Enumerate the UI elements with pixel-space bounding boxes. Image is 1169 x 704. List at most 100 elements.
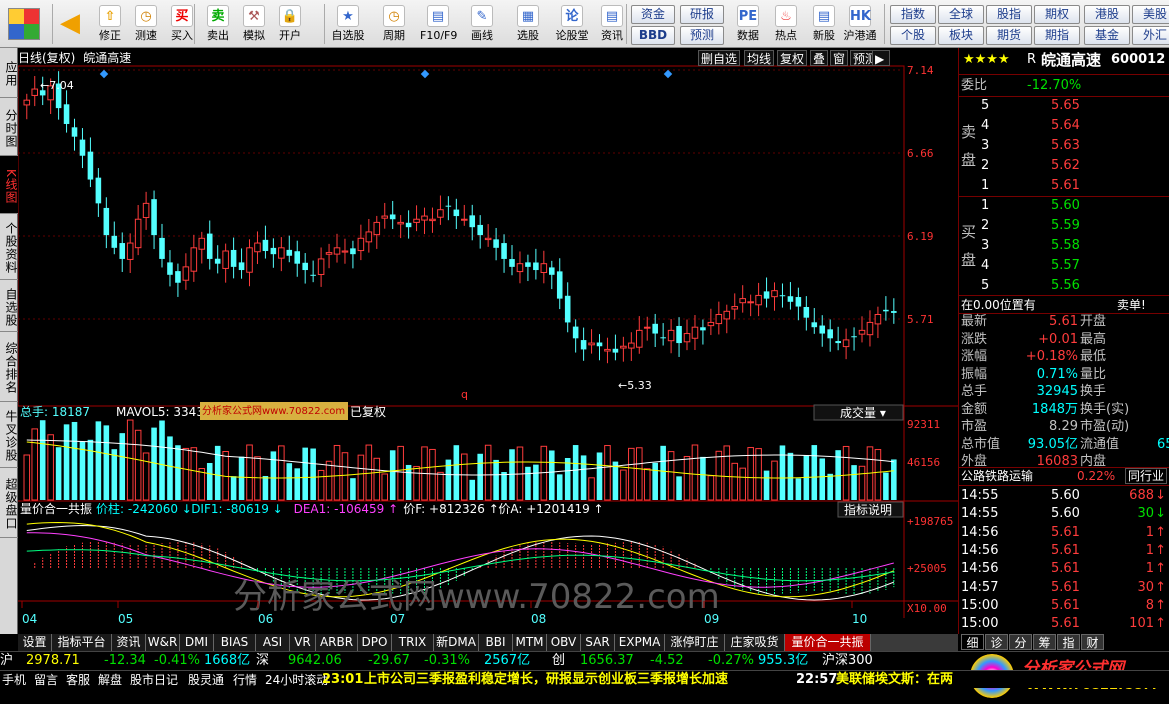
- hot-button[interactable]: ♨ 热点: [768, 3, 804, 46]
- quick-button[interactable]: 预测: [680, 26, 724, 45]
- quick-button[interactable]: BBD: [631, 26, 675, 45]
- ask-price[interactable]: 5.64: [1051, 117, 1080, 135]
- indicator-tab[interactable]: 指标平台: [52, 634, 112, 651]
- chart-button[interactable]: 均线: [744, 50, 775, 66]
- bid-price[interactable]: 5.57: [1051, 257, 1080, 275]
- f10-button[interactable]: ▤ F10/F9: [420, 3, 457, 46]
- indicator-tab[interactable]: MTM: [513, 634, 547, 651]
- left-tab[interactable]: 超级盘口: [0, 468, 18, 538]
- event-marker-icon[interactable]: [663, 69, 673, 79]
- left-tab[interactable]: 分时图: [0, 98, 18, 156]
- quick-button[interactable]: 个股: [890, 26, 936, 45]
- hkconnect-button[interactable]: HK 沪港通: [842, 3, 878, 46]
- indicator-tab[interactable]: BIAS: [214, 634, 256, 651]
- forum-button[interactable]: 论论股堂: [554, 3, 590, 46]
- info-button[interactable]: ▤ 资讯: [594, 3, 630, 46]
- news-menu-item[interactable]: 解盘: [98, 671, 122, 689]
- news-menu-item[interactable]: 股灵通: [188, 671, 224, 689]
- watchlist-button[interactable]: ★ 自选股: [330, 3, 366, 46]
- quick-button[interactable]: 指数: [890, 5, 936, 24]
- quick-button[interactable]: 资金: [631, 5, 675, 24]
- back-arrow-icon[interactable]: ◀: [60, 10, 80, 36]
- left-tab[interactable]: 个股资料: [0, 214, 18, 280]
- indicator-tab[interactable]: SAR: [581, 634, 615, 651]
- quote-tab[interactable]: 分: [1009, 634, 1032, 650]
- news-headline[interactable]: 美联储埃文斯：在两: [836, 671, 953, 689]
- quote-tab[interactable]: 指: [1057, 634, 1080, 650]
- data-button[interactable]: PE 数据: [730, 3, 766, 46]
- indicator-tab[interactable]: 资讯: [112, 634, 146, 651]
- indicator-tab[interactable]: BBI: [479, 634, 513, 651]
- news-headline[interactable]: 上市公司三季报盈利稳定增长，研报显示创业板三季报增长加速: [364, 671, 728, 689]
- indicator-tab[interactable]: W&R: [146, 634, 180, 651]
- bid-price[interactable]: 5.60: [1051, 197, 1080, 215]
- indicator-tab[interactable]: 涨停盯庄: [665, 634, 725, 651]
- quick-button[interactable]: 期指: [1034, 26, 1080, 45]
- quick-button[interactable]: 股指: [986, 5, 1032, 24]
- indicator-tab[interactable]: EXPMA: [615, 634, 665, 651]
- indicator-tab[interactable]: DMI: [180, 634, 214, 651]
- indicator-tab[interactable]: ASI: [256, 634, 290, 651]
- indicator-tab[interactable]: DPO: [358, 634, 392, 651]
- measure-button[interactable]: ◷ 测速: [128, 3, 164, 46]
- news-menu-item[interactable]: 24小时滚动: [265, 671, 328, 689]
- quick-button[interactable]: 外汇: [1132, 26, 1169, 45]
- quote-tab[interactable]: 筹: [1033, 634, 1056, 650]
- quote-tab[interactable]: 诊: [985, 634, 1008, 650]
- industry-label[interactable]: 公路铁路运输: [961, 467, 1033, 485]
- news-menu-item[interactable]: 客服: [66, 671, 90, 689]
- chart-button[interactable]: 复权: [777, 50, 808, 66]
- pick-button[interactable]: ▦ 选股: [510, 3, 546, 46]
- news-menu-item[interactable]: 行情: [233, 671, 257, 689]
- left-tab[interactable]: 综合排名: [0, 332, 18, 402]
- indicator-tab[interactable]: 庄家吸货: [725, 634, 785, 651]
- event-marker-icon[interactable]: [420, 69, 430, 79]
- quick-button[interactable]: 板块: [938, 26, 984, 45]
- chart-button[interactable]: 窗: [830, 50, 849, 66]
- quick-button[interactable]: 研报: [680, 5, 724, 24]
- expand-icon[interactable]: ▶: [872, 50, 890, 66]
- news-menu-item[interactable]: 股市日记: [130, 671, 178, 689]
- fix-button[interactable]: ⇧ 修正: [92, 3, 128, 46]
- chart-button[interactable]: 删自选: [698, 50, 741, 66]
- quick-button[interactable]: 期货: [986, 26, 1032, 45]
- kline-chart[interactable]: 7.14 6.66 6.19 5.71 92311 46156 +198765 +25005 X…: [17, 48, 958, 634]
- news-menu-item[interactable]: 手机: [2, 671, 26, 689]
- quick-button[interactable]: 港股: [1084, 5, 1130, 24]
- left-tab[interactable]: 牛叉诊股: [0, 402, 18, 468]
- ask-price[interactable]: 5.62: [1051, 157, 1080, 175]
- ask-price[interactable]: 5.61: [1051, 177, 1080, 195]
- quote-tab[interactable]: 财: [1081, 634, 1104, 650]
- news-menu-item[interactable]: 留言: [34, 671, 58, 689]
- indicator-tab[interactable]: ARBR: [316, 634, 358, 651]
- open-button[interactable]: 🔒 开户: [272, 3, 308, 46]
- indicator-tab[interactable]: 新DMA: [434, 634, 479, 651]
- buy-button[interactable]: 买买入: [164, 3, 200, 46]
- quick-button[interactable]: 美股: [1132, 5, 1169, 24]
- indicator-tab[interactable]: 量价合一共振: [785, 634, 871, 651]
- left-tab[interactable]: K线图: [0, 156, 18, 214]
- indicator-tab[interactable]: VR: [290, 634, 316, 651]
- draw-button[interactable]: ✎ 画线: [464, 3, 500, 46]
- bid-price[interactable]: 5.59: [1051, 217, 1080, 235]
- ask-price[interactable]: 5.63: [1051, 137, 1080, 155]
- peer-button[interactable]: 同行业: [1125, 468, 1168, 484]
- quick-button[interactable]: 全球: [938, 5, 984, 24]
- left-tab[interactable]: 自选股: [0, 280, 18, 332]
- bid-price[interactable]: 5.58: [1051, 237, 1080, 255]
- quick-button[interactable]: 基金: [1084, 26, 1130, 45]
- quick-button[interactable]: 期权: [1034, 5, 1080, 24]
- left-tab[interactable]: 应用: [0, 48, 18, 98]
- indicator-tab[interactable]: OBV: [547, 634, 581, 651]
- sell-button[interactable]: 卖卖出: [200, 3, 236, 46]
- simulate-button[interactable]: ⚒ 模拟: [236, 3, 272, 46]
- ask-price[interactable]: 5.65: [1051, 97, 1080, 115]
- chart-button[interactable]: 叠: [810, 50, 829, 66]
- indicator-tab[interactable]: TRIX: [392, 634, 434, 651]
- newstock-button[interactable]: ▤ 新股: [806, 3, 842, 46]
- cycle-button[interactable]: ◷ 周期: [376, 3, 412, 46]
- chart-area[interactable]: 7.14 6.66 6.19 5.71 92311 46156 +198765 +25005 X…: [17, 48, 958, 634]
- bid-price[interactable]: 5.56: [1051, 277, 1080, 295]
- quote-tab[interactable]: 细: [961, 634, 984, 650]
- indicator-tab[interactable]: 设置: [18, 634, 52, 651]
